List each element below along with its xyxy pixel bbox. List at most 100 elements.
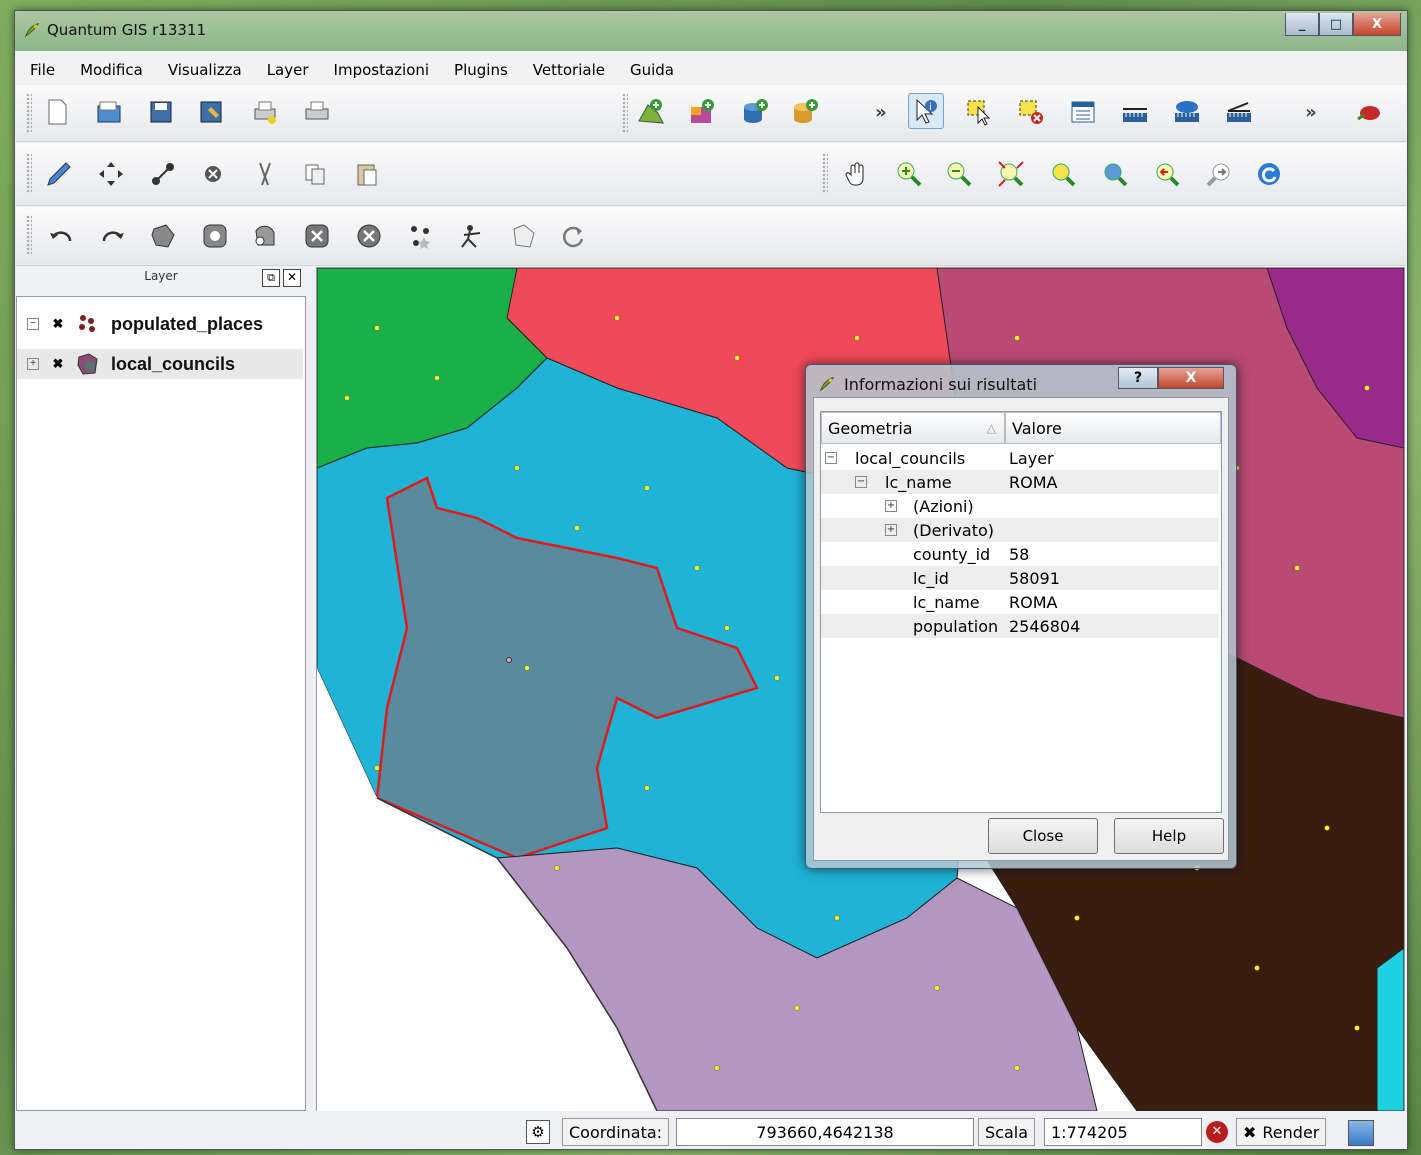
toolbar-overflow-button[interactable]: »	[864, 95, 898, 129]
menu-file[interactable]: File	[16, 55, 66, 83]
render-toggle[interactable]: ✖ Render	[1236, 1118, 1327, 1146]
measure-area-icon[interactable]	[1170, 95, 1204, 129]
move-feature-icon[interactable]	[94, 157, 128, 191]
open-attribute-table-icon[interactable]	[1066, 95, 1100, 129]
deselect-features-icon[interactable]	[1014, 95, 1048, 129]
simplify-feature-icon[interactable]	[146, 219, 180, 253]
tree-row[interactable]: − local_councils Layer	[821, 446, 1219, 470]
select-features-icon[interactable]	[962, 95, 996, 129]
zoom-next-icon[interactable]	[1202, 157, 1236, 191]
title-bar[interactable]: Quantum GIS r13311 _ □ X	[15, 11, 1407, 51]
add-raster-layer-icon[interactable]	[686, 95, 720, 129]
add-ring-icon[interactable]	[198, 219, 232, 253]
toolbar-overflow-button[interactable]: »	[1294, 95, 1328, 129]
zoom-last-icon[interactable]	[1150, 157, 1184, 191]
toggle-extents-icon[interactable]: ⚙	[526, 1120, 550, 1144]
delete-ring-icon[interactable]	[300, 219, 334, 253]
measure-line-icon[interactable]	[1118, 95, 1152, 129]
split-features-icon[interactable]	[456, 219, 490, 253]
toolbar-grip[interactable]	[26, 215, 32, 255]
toolbar-grip[interactable]	[26, 153, 32, 193]
identify-features-icon[interactable]: i	[908, 93, 944, 129]
dialog-help-icon[interactable]: ?	[1118, 367, 1158, 389]
plugin-icon[interactable]	[1352, 95, 1386, 129]
tree-row[interactable]: population 2546804	[821, 614, 1219, 638]
merge-features-icon[interactable]	[506, 219, 540, 253]
open-project-icon[interactable]	[92, 95, 126, 129]
cut-features-icon[interactable]	[248, 157, 282, 191]
tree-key: population	[913, 616, 999, 636]
print-icon[interactable]	[300, 95, 334, 129]
menu-layer[interactable]: Layer	[253, 55, 320, 83]
menu-visualizza[interactable]: Visualizza	[154, 55, 253, 83]
save-as-icon[interactable]	[194, 95, 228, 129]
tree-row[interactable]: lc_id 58091	[821, 566, 1219, 590]
delete-part-icon[interactable]	[352, 219, 386, 253]
new-project-icon[interactable]	[40, 95, 74, 129]
layer-visibility-checkbox[interactable]: ✖	[51, 357, 65, 371]
menu-modifica[interactable]: Modifica	[66, 55, 154, 83]
node-tool-icon[interactable]	[146, 157, 180, 191]
layer-visibility-checkbox[interactable]: ✖	[51, 317, 65, 331]
zoom-out-icon[interactable]	[942, 157, 976, 191]
minimize-button[interactable]: _	[1285, 13, 1319, 36]
layer-item-local-councils[interactable]: + ✖ local_councils	[17, 349, 303, 379]
add-spatialite-layer-icon[interactable]	[788, 95, 822, 129]
zoom-to-selection-icon[interactable]	[1046, 157, 1080, 191]
stop-render-icon[interactable]: ✕	[1206, 1121, 1228, 1143]
tree-row[interactable]: county_id 58	[821, 542, 1219, 566]
expand-toggle-icon[interactable]: +	[885, 524, 897, 536]
rotate-point-symbols-icon[interactable]	[556, 219, 590, 253]
close-button[interactable]: X	[1353, 13, 1401, 36]
add-part-icon[interactable]	[248, 219, 282, 253]
toolbar-grip[interactable]	[26, 93, 32, 133]
undo-icon[interactable]	[44, 219, 78, 253]
expand-toggle-icon[interactable]: +	[27, 358, 39, 370]
measure-angle-icon[interactable]	[1222, 95, 1256, 129]
layers-panel-close-icon[interactable]: ✕	[283, 269, 301, 287]
new-print-composer-icon[interactable]	[248, 95, 282, 129]
menu-impostazioni[interactable]: Impostazioni	[320, 55, 441, 83]
add-vector-layer-icon[interactable]	[634, 95, 668, 129]
tree-row[interactable]: − lc_name ROMA	[821, 470, 1219, 494]
column-header-label: Valore	[1012, 418, 1062, 438]
add-postgis-layer-icon[interactable]	[738, 95, 772, 129]
dialog-close-icon[interactable]: X	[1158, 367, 1224, 389]
expand-toggle-icon[interactable]: +	[885, 500, 897, 512]
projection-icon[interactable]	[1348, 1120, 1374, 1146]
menu-guida[interactable]: Guida	[616, 55, 685, 83]
refresh-icon[interactable]	[1252, 157, 1286, 191]
render-checkbox[interactable]: ✖	[1243, 1123, 1256, 1142]
tree-row[interactable]: + (Derivato)	[821, 518, 1219, 542]
menu-plugins[interactable]: Plugins	[440, 55, 519, 83]
column-header-valore[interactable]: Valore	[1005, 412, 1221, 444]
zoom-full-icon[interactable]	[994, 157, 1028, 191]
menu-vettoriale[interactable]: Vettoriale	[519, 55, 616, 83]
copy-features-icon[interactable]	[298, 157, 332, 191]
close-button[interactable]: Close	[988, 818, 1098, 854]
toolbar-grip[interactable]	[822, 153, 828, 193]
zoom-to-layer-icon[interactable]	[1098, 157, 1132, 191]
layer-name: populated_places	[111, 313, 264, 334]
scale-field[interactable]: 1:774205	[1044, 1118, 1202, 1146]
layer-item-populated-places[interactable]: − ✖ populated_places	[17, 309, 303, 339]
help-button[interactable]: Help	[1114, 818, 1224, 854]
column-header-geometria[interactable]: Geometria △	[821, 412, 1005, 444]
redo-icon[interactable]	[96, 219, 130, 253]
paste-features-icon[interactable]	[350, 157, 384, 191]
coordinate-field[interactable]: 793660,4642138	[676, 1118, 974, 1146]
tree-row[interactable]: lc_name ROMA	[821, 590, 1219, 614]
layers-panel-float-icon[interactable]: ⧉	[262, 269, 280, 287]
toolbar-grip[interactable]	[622, 93, 628, 133]
toggle-editing-icon[interactable]	[42, 157, 76, 191]
reshape-features-icon[interactable]	[404, 219, 438, 253]
collapse-toggle-icon[interactable]: −	[825, 452, 837, 464]
save-project-icon[interactable]	[144, 95, 178, 129]
pan-map-icon[interactable]	[840, 157, 874, 191]
zoom-in-icon[interactable]	[892, 157, 926, 191]
maximize-button[interactable]: □	[1319, 13, 1353, 36]
tree-row[interactable]: + (Azioni)	[821, 494, 1219, 518]
delete-selected-icon[interactable]	[196, 157, 230, 191]
expand-toggle-icon[interactable]: −	[27, 318, 39, 330]
collapse-toggle-icon[interactable]: −	[855, 476, 867, 488]
